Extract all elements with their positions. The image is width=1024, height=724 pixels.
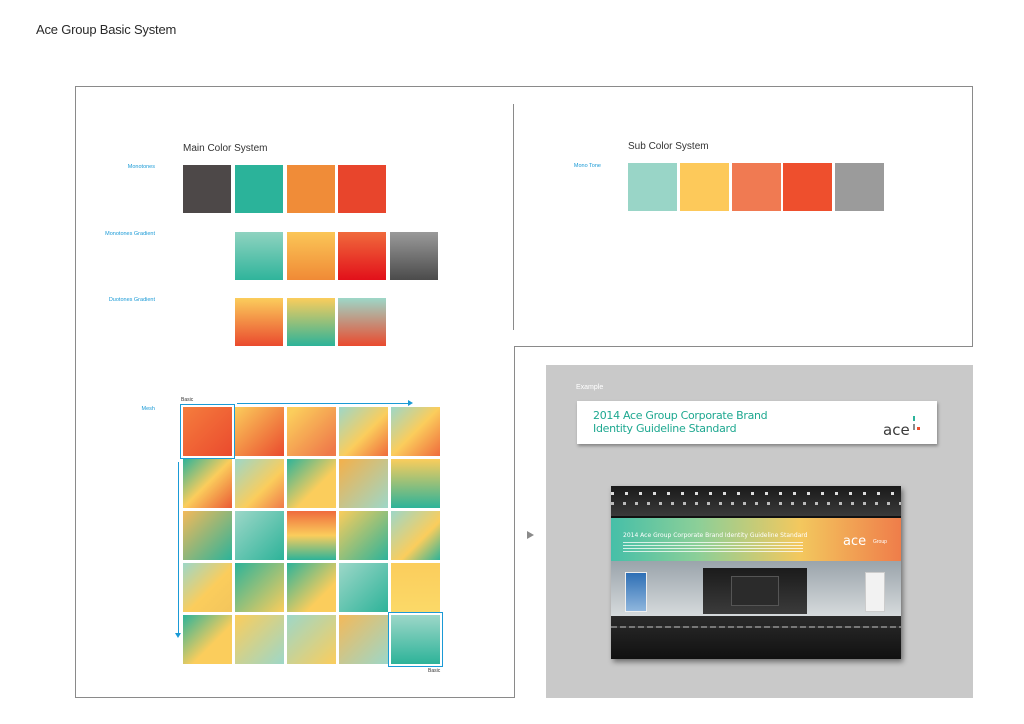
stage-ceiling (611, 486, 901, 516)
mesh-tile (287, 407, 336, 456)
row-label-monotones: Monotones (127, 164, 155, 170)
stage-right-panel (865, 572, 885, 612)
mesh-horizontal-arrow (237, 403, 409, 404)
stage-logo: ace (843, 534, 867, 549)
banner-line-2: Identity Guideline Standard (593, 422, 737, 435)
swatch-red-orange (338, 165, 386, 213)
mesh-tile (235, 615, 284, 664)
mesh-tile (287, 563, 336, 612)
gradient-teal (235, 232, 283, 280)
stage-logo-sub: Group (873, 539, 887, 545)
stage-banner: 2014 Ace Group Corporate Brand Identity … (611, 518, 901, 561)
stage-screen (731, 576, 779, 606)
page-title: Ace Group Basic System (36, 22, 177, 37)
mesh-tile (235, 511, 284, 560)
logo-mark-icon (913, 416, 920, 432)
duotone-yellow-red (235, 298, 283, 346)
gradient-red (338, 232, 386, 280)
swatch-teal (235, 165, 283, 213)
row-label-mesh: Mesh (141, 406, 155, 412)
row-label-mono-tone: Mono Tone (573, 163, 601, 169)
mesh-tile (391, 407, 440, 456)
mesh-basic-label-top: Basic (181, 397, 194, 403)
stage-body-lines (623, 542, 803, 554)
frame-mid-line (514, 346, 973, 347)
mesh-tile (388, 612, 443, 667)
mesh-tile (339, 563, 388, 612)
sub-swatch-red (783, 163, 832, 211)
mesh-tile (391, 563, 440, 612)
ceiling-lights-2 (611, 502, 901, 505)
stage-banner-title: 2014 Ace Group Corporate Brand Identity … (623, 532, 808, 539)
row-label-monotones-gradient: Monotones Gradient (105, 231, 155, 237)
example-label: Example (576, 384, 604, 391)
stage-floor (611, 616, 901, 659)
mesh-tile (183, 615, 232, 664)
swatch-charcoal (183, 165, 231, 213)
ace-logo-word: ace (883, 421, 910, 439)
row-label-duotones-gradient: Duotones Gradient (108, 297, 155, 303)
mesh-tile (287, 459, 336, 508)
mesh-tile (287, 511, 336, 560)
sub-swatch-gray (835, 163, 884, 211)
duotone-yellow-teal (287, 298, 335, 346)
mesh-tile (235, 459, 284, 508)
gradient-orange (287, 232, 335, 280)
duotone-mint-red (338, 298, 386, 346)
section-divider (513, 104, 514, 330)
mesh-tile (339, 407, 388, 456)
mesh-tile (183, 459, 232, 508)
mesh-tile (235, 407, 284, 456)
mesh-tile (391, 459, 440, 508)
gradient-gray (390, 232, 438, 280)
mesh-tile (339, 615, 388, 664)
swatch-orange (287, 165, 335, 213)
arrow-head-down-icon (175, 633, 181, 638)
stage-left-panel (625, 572, 647, 612)
frame-top-line (75, 86, 973, 87)
mesh-tile (180, 404, 235, 459)
example-banner: 2014 Ace Group Corporate Brand Identity … (577, 401, 937, 444)
mesh-vertical-arrow (178, 462, 179, 634)
banner-line-1: 2014 Ace Group Corporate Brand (593, 409, 768, 422)
mesh-tile (287, 615, 336, 664)
mesh-basic-label-bottom: Basic (428, 668, 441, 674)
sub-swatch-coral (732, 163, 781, 211)
sub-swatch-mint (628, 163, 677, 211)
mesh-tile (339, 459, 388, 508)
play-arrow-icon (527, 531, 534, 539)
stage-floor-rail (611, 626, 901, 628)
ceiling-lights (611, 492, 901, 495)
mesh-tile (183, 563, 232, 612)
arrow-head-right-icon (408, 400, 413, 406)
mesh-tile (183, 511, 232, 560)
frame-left-bottom-right (514, 346, 515, 698)
example-stage-photo: 2014 Ace Group Corporate Brand Identity … (611, 486, 901, 659)
sub-color-title: Sub Color System (628, 141, 709, 152)
frame-right-line (972, 86, 973, 346)
mesh-tile (235, 563, 284, 612)
sub-swatch-yellow (680, 163, 729, 211)
mesh-tile (391, 511, 440, 560)
mesh-tile (339, 511, 388, 560)
main-color-title: Main Color System (183, 143, 268, 154)
